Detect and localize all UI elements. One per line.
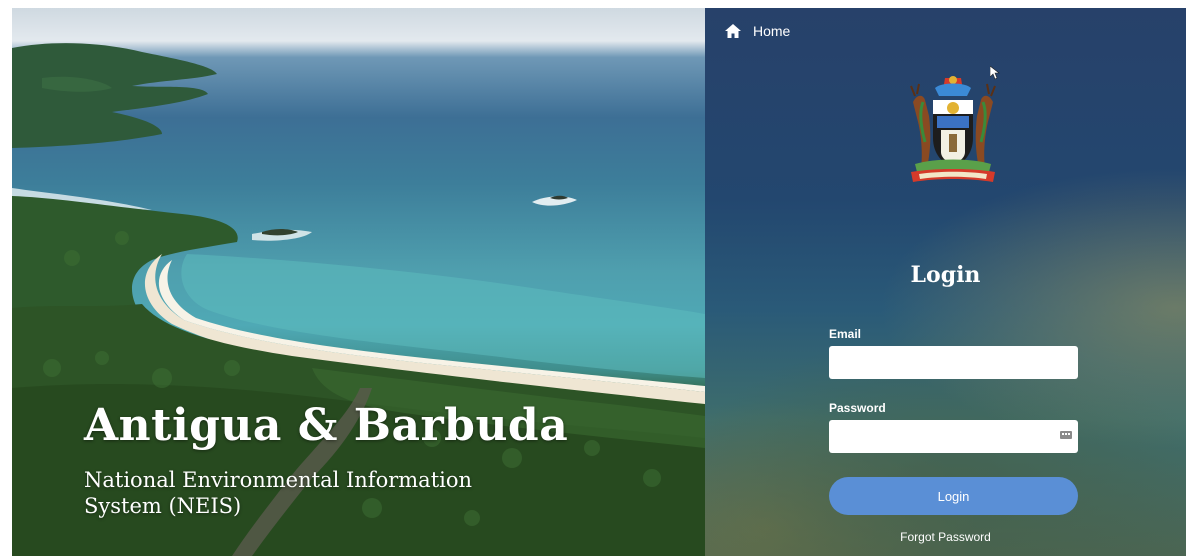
home-link[interactable]: Home <box>725 23 790 39</box>
forgot-password-link[interactable]: Forgot Password <box>705 530 1186 544</box>
login-heading: Login <box>910 262 981 288</box>
home-icon <box>725 24 741 38</box>
email-field[interactable] <box>829 346 1078 379</box>
email-label: Email <box>829 327 862 341</box>
hero-subtitle: National Environmental Information Syste… <box>84 468 473 518</box>
hero-title: Antigua & Barbuda <box>84 400 569 451</box>
hero-image: Antigua & Barbuda National Environmental… <box>12 8 705 556</box>
password-field[interactable] <box>829 420 1078 453</box>
coat-of-arms-logo <box>910 76 996 182</box>
home-label: Home <box>753 23 791 39</box>
password-label: Password <box>829 401 886 415</box>
page-frame: Antigua & Barbuda National Environmental… <box>12 8 1186 556</box>
key-icon[interactable] <box>1060 430 1072 440</box>
login-panel: Home Login Email Password Login Forgot P… <box>705 8 1186 556</box>
login-button[interactable]: Login <box>829 477 1078 515</box>
